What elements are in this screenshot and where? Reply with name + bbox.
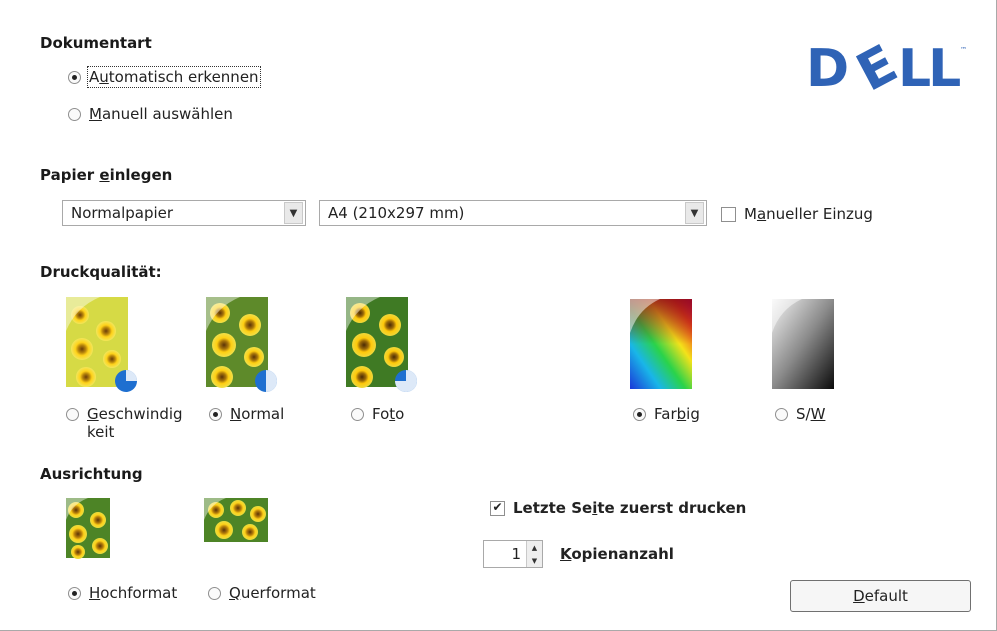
spin-down-icon[interactable]: ▼: [527, 554, 542, 567]
radio-manual-select-label: Manuell auswählen: [89, 105, 233, 123]
color-mode-image[interactable]: [630, 299, 694, 391]
svg-text:LL: LL: [898, 39, 960, 96]
radio-landscape-label: Querformat: [229, 584, 316, 602]
copies-stepper[interactable]: 1 ▲ ▼: [483, 540, 543, 568]
radio-grayscale[interactable]: S/W: [775, 405, 825, 423]
spin-up-icon[interactable]: ▲: [527, 541, 542, 554]
radio-quality-photo-label: Foto: [372, 405, 405, 423]
grayscale-mode-image[interactable]: [772, 299, 836, 391]
print-quality-heading: Druckqualität:: [40, 263, 162, 281]
radio-quality-speed[interactable]: Geschwindig keit: [66, 405, 183, 441]
svg-text:™: ™: [960, 46, 967, 54]
radio-manual-select-indicator[interactable]: [68, 107, 81, 121]
radio-quality-photo[interactable]: Foto: [351, 405, 404, 423]
manual-feed-label: Manueller Einzug: [744, 205, 873, 223]
print-settings-panel: Dokumentart Automatisch erkennen Manuell…: [0, 0, 997, 631]
radio-manual-select[interactable]: Manuell auswählen: [68, 105, 233, 123]
portrait-image[interactable]: [66, 498, 112, 560]
radio-portrait-indicator[interactable]: [68, 586, 81, 600]
radio-portrait-label: Hochformat: [89, 584, 178, 602]
chevron-down-icon[interactable]: ▼: [284, 202, 303, 224]
radio-portrait[interactable]: Hochformat: [68, 584, 177, 602]
radio-quality-normal-indicator[interactable]: [209, 407, 222, 421]
paper-size-select[interactable]: A4 (210x297 mm) ▼: [319, 200, 707, 226]
copies-value[interactable]: 1: [484, 541, 526, 567]
chevron-down-icon[interactable]: ▼: [685, 202, 704, 224]
last-page-first-checkbox[interactable]: ✔ Letzte Seite zuerst drucken: [490, 499, 746, 517]
radio-color[interactable]: Farbig: [633, 405, 700, 423]
paper-type-value: Normalpapier: [71, 204, 174, 222]
paper-size-value: A4 (210x297 mm): [328, 204, 465, 222]
last-page-first-label: Letzte Seite zuerst drucken: [513, 499, 747, 517]
quality-photo-image[interactable]: [346, 297, 418, 393]
document-type-heading: Dokumentart: [40, 34, 152, 52]
check-icon[interactable]: ✔: [490, 500, 505, 516]
radio-auto-detect-indicator[interactable]: [68, 70, 81, 84]
landscape-image[interactable]: [204, 498, 270, 544]
copies-label: Kopienanzahl: [560, 545, 674, 563]
radio-auto-detect-label: Automatisch erkennen: [87, 66, 261, 88]
radio-quality-normal[interactable]: Normal: [209, 405, 284, 423]
quality-normal-image[interactable]: [206, 297, 278, 393]
orientation-heading: Ausrichtung: [40, 465, 143, 483]
radio-grayscale-indicator[interactable]: [775, 407, 788, 421]
dell-logo: D E LL ™: [806, 34, 970, 104]
radio-grayscale-label: S/W: [796, 405, 826, 423]
radio-color-label: Farbig: [654, 405, 700, 423]
default-button-label: Default: [853, 587, 908, 605]
radio-color-indicator[interactable]: [633, 407, 646, 421]
paper-type-select[interactable]: Normalpapier ▼: [62, 200, 306, 226]
radio-landscape-indicator[interactable]: [208, 586, 221, 600]
radio-quality-photo-indicator[interactable]: [351, 407, 364, 421]
svg-text:D: D: [806, 39, 847, 96]
radio-quality-speed-indicator[interactable]: [66, 408, 79, 421]
radio-quality-normal-label: Normal: [230, 405, 285, 423]
radio-auto-detect[interactable]: Automatisch erkennen: [68, 66, 261, 88]
radio-landscape[interactable]: Querformat: [208, 584, 316, 602]
manual-feed-checkbox[interactable]: Manueller Einzug: [721, 205, 873, 223]
paper-heading: Papier einlegen: [40, 166, 173, 184]
manual-feed-box[interactable]: [721, 206, 736, 222]
quality-speed-image[interactable]: [66, 297, 138, 393]
radio-quality-speed-label: Geschwindig keit: [87, 405, 183, 441]
default-button[interactable]: Default: [790, 580, 971, 612]
